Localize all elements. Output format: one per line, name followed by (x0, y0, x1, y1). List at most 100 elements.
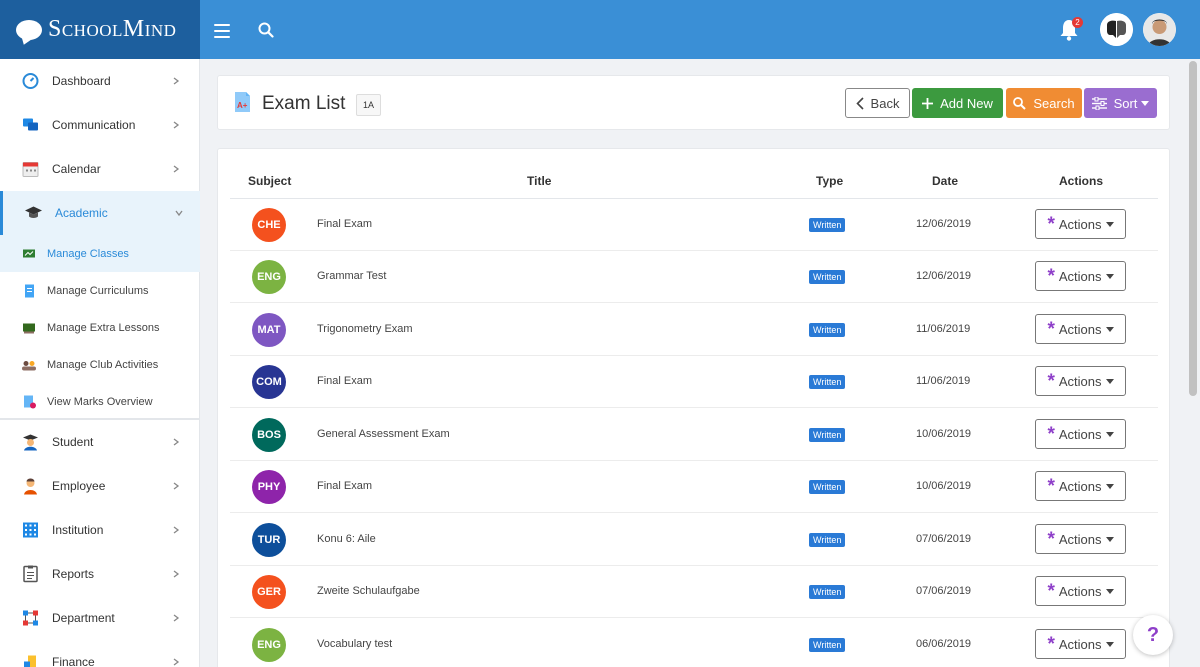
dashboard-icon (22, 73, 39, 89)
sidebar-subitem-manage-classes[interactable]: Manage Classes (0, 235, 200, 272)
sidebar-item-employee[interactable]: Employee (0, 464, 200, 508)
document-icon (25, 284, 34, 297)
actions-dropdown-button[interactable]: * Actions (1035, 314, 1126, 344)
sidebar-item-label: Reports (52, 567, 95, 581)
exam-title: Final Exam (317, 218, 373, 230)
sort-button[interactable]: Sort (1084, 88, 1157, 118)
menu-icon[interactable] (214, 24, 230, 42)
chevron-left-icon (855, 96, 864, 110)
actions-dropdown-button[interactable]: * Actions (1035, 576, 1126, 606)
actions-label: Actions (1058, 426, 1102, 442)
actions-label: Actions (1058, 583, 1102, 599)
subject-avatar: TUR (252, 523, 286, 557)
sidebar-item-academic[interactable]: Academic (0, 191, 200, 235)
asterisk-icon: * (1047, 423, 1055, 445)
asterisk-icon: * (1047, 633, 1055, 655)
table-row[interactable]: PHY Final Exam Written 10/06/2019 * Actio… (230, 461, 1158, 513)
exam-date: 11/06/2019 (916, 323, 971, 335)
table-header: Subject Title Type Date Actions (218, 149, 1171, 199)
caret-down-icon (1105, 536, 1114, 542)
asterisk-icon: * (1047, 318, 1055, 340)
asterisk-icon: * (1047, 213, 1055, 235)
column-header-subject[interactable]: Subject (248, 174, 291, 188)
class-tag: 1A (356, 94, 382, 116)
page-scrollbar[interactable] (1186, 59, 1200, 667)
sort-label: Sort (1113, 95, 1138, 111)
scrollbar-thumb[interactable] (1189, 61, 1197, 396)
exam-table: Subject Title Type Date Actions CHE Fina… (217, 148, 1170, 667)
table-row[interactable]: BOS General Assessment Exam Written 10/0… (230, 409, 1158, 461)
search-icon[interactable] (258, 22, 274, 43)
sidebar-subitem-manage-extra-lessons[interactable]: Manage Extra Lessons (0, 309, 200, 346)
page-title: Exam List (262, 93, 346, 114)
subject-avatar: BOS (252, 418, 286, 452)
student-icon (23, 434, 38, 451)
table-row[interactable]: ENG Grammar Test Written 12/06/2019 * Act… (230, 251, 1158, 303)
add-new-label: Add New (940, 95, 993, 111)
sidebar-item-calendar[interactable]: Calendar (0, 147, 200, 191)
table-row[interactable]: TUR Konu 6: Aile Written 07/06/2019 * Act… (230, 514, 1158, 566)
subject-avatar: ENG (252, 628, 286, 662)
sidebar-subitem-manage-curriculums[interactable]: Manage Curriculums (0, 272, 200, 309)
chevron-right-icon (173, 614, 180, 622)
finance-icon (24, 655, 36, 667)
chevron-right-icon (173, 77, 180, 85)
calendar-icon (22, 162, 39, 177)
actions-label: Actions (1058, 216, 1102, 232)
subject-avatar: ENG (252, 260, 286, 294)
exam-title: Konu 6: Aile (317, 533, 376, 545)
back-button[interactable]: Back (845, 88, 910, 118)
caret-down-icon (1105, 221, 1114, 227)
exam-title: Trigonometry Exam (317, 323, 413, 335)
sidebar-item-label: Finance (52, 655, 95, 667)
sidebar-item-dashboard[interactable]: Dashboard (0, 59, 200, 103)
asterisk-icon: * (1047, 370, 1055, 392)
type-badge: Written (809, 218, 846, 232)
sidebar-item-department[interactable]: Department (0, 596, 200, 640)
column-header-date[interactable]: Date (932, 174, 958, 188)
help-button[interactable]: ? (1133, 615, 1173, 655)
sidebar-item-institution[interactable]: Institution (0, 508, 200, 552)
table-row[interactable]: COM Final Exam Written 11/06/2019 * Actio… (230, 356, 1158, 408)
exam-date: 12/06/2019 (916, 218, 972, 230)
actions-dropdown-button[interactable]: * Actions (1035, 524, 1126, 554)
sidebar-subitem-view-marks-overview[interactable]: View Marks Overview (0, 383, 200, 420)
svg-text:A+: A+ (237, 101, 248, 110)
sidebar-item-label: Calendar (52, 162, 101, 176)
actions-dropdown-button[interactable]: * Actions (1035, 209, 1126, 239)
type-badge: Written (809, 323, 846, 337)
chevron-right-icon (173, 482, 180, 490)
sidebar-item-communication[interactable]: Communication (0, 103, 200, 147)
sidebar-item-student[interactable]: Student (0, 420, 200, 464)
sidebar-item-reports[interactable]: Reports (0, 552, 200, 596)
exam-date: 11/06/2019 (916, 375, 971, 387)
sidebar-subitem-label: View Marks Overview (47, 395, 153, 408)
add-new-button[interactable]: Add New (912, 88, 1003, 118)
search-button[interactable]: Search (1006, 88, 1082, 118)
actions-dropdown-button[interactable]: * Actions (1035, 471, 1126, 501)
user-avatar[interactable] (1143, 13, 1176, 46)
table-row[interactable]: GER Zweite Schulaufgabe Written 07/06/20… (230, 566, 1158, 618)
sliders-icon (1091, 96, 1107, 110)
actions-dropdown-button[interactable]: * Actions (1035, 366, 1126, 396)
table-row[interactable]: CHE Final Exam Written 12/06/2019 * Actio… (230, 199, 1158, 251)
actions-dropdown-button[interactable]: * Actions (1035, 629, 1126, 659)
table-row[interactable]: MAT Trigonometry Exam Written 11/06/2019… (230, 304, 1158, 356)
column-header-type[interactable]: Type (816, 174, 843, 188)
chevron-right-icon (173, 658, 180, 666)
app-logo[interactable]: SchoolMind (0, 0, 200, 59)
sidebar-subitem-manage-club-activities[interactable]: Manage Club Activities (0, 346, 200, 383)
marks-icon (24, 395, 36, 408)
sidebar-item-finance[interactable]: Finance (0, 640, 200, 667)
exam-title: Vocabulary test (317, 638, 393, 650)
actions-dropdown-button[interactable]: * Actions (1035, 419, 1126, 449)
table-row[interactable]: ENG Vocabulary test Written 06/06/2019 *… (230, 619, 1158, 667)
graduation-cap-icon (25, 206, 42, 218)
caret-down-icon (1105, 273, 1114, 279)
exam-title: Final Exam (317, 480, 373, 492)
caret-down-icon (1141, 100, 1150, 106)
column-header-title[interactable]: Title (527, 174, 551, 188)
chevron-right-icon (173, 165, 180, 173)
school-avatar[interactable] (1100, 13, 1133, 46)
actions-dropdown-button[interactable]: * Actions (1035, 261, 1126, 291)
